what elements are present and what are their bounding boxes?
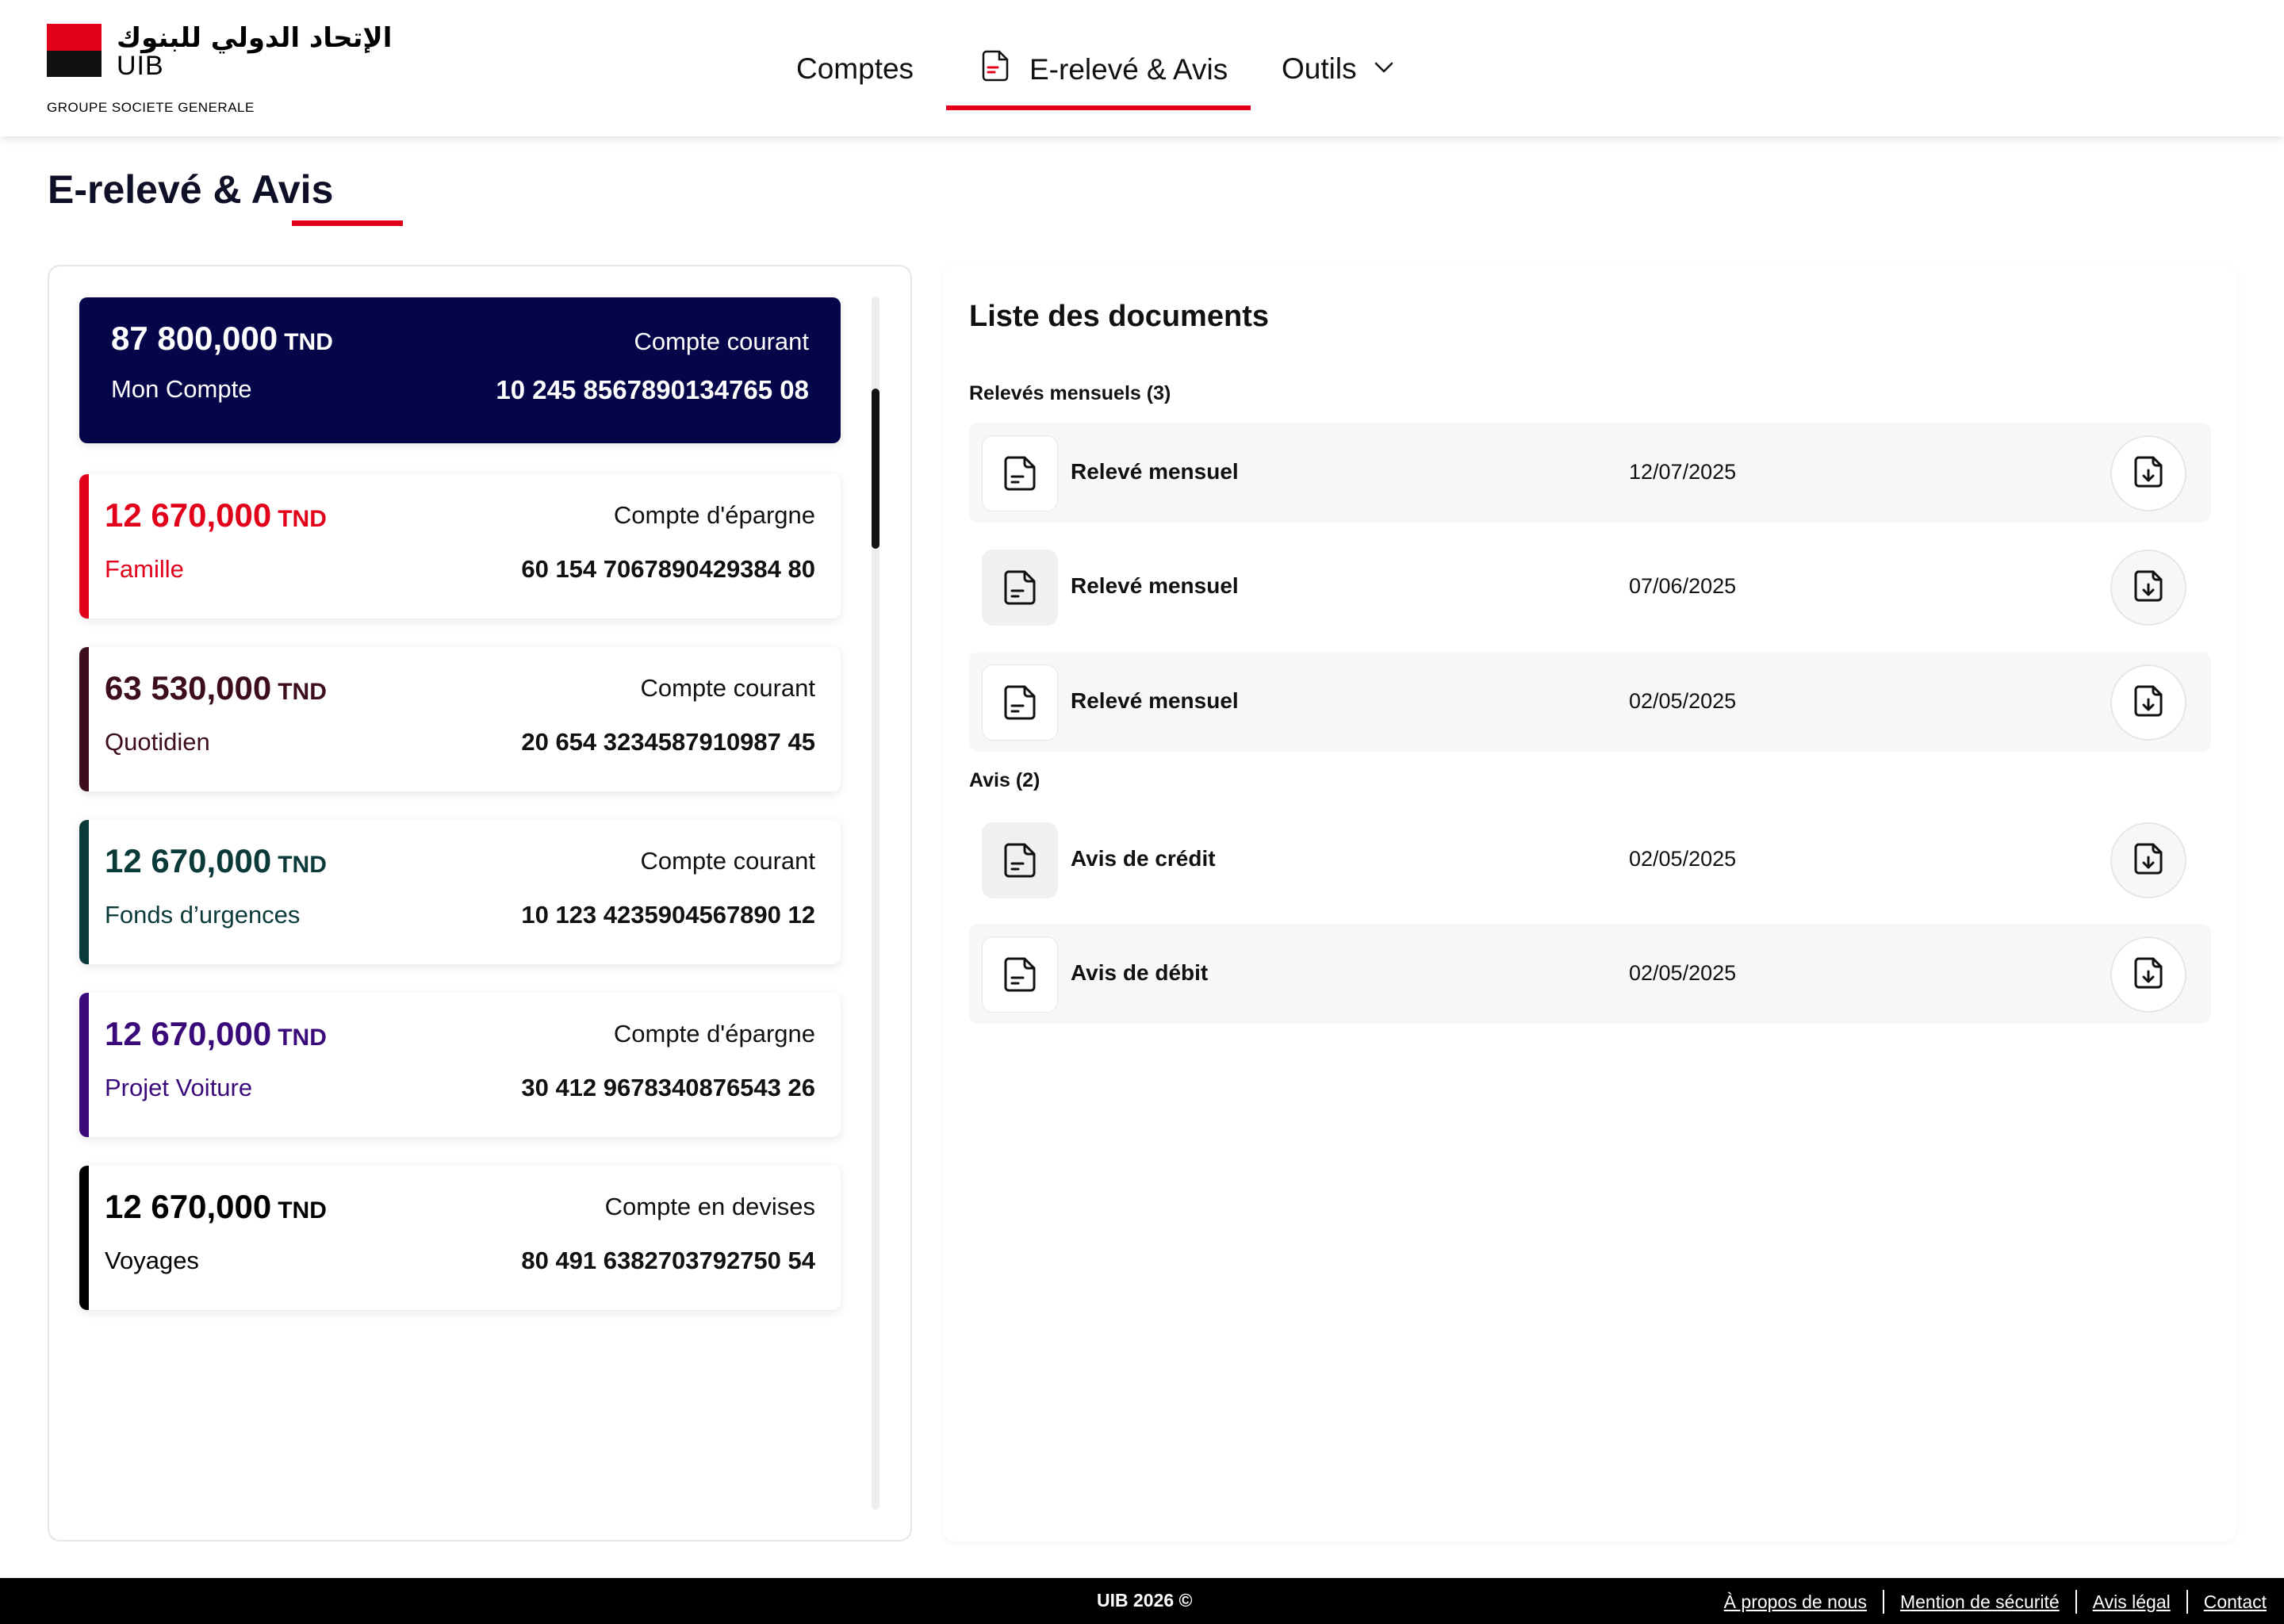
footer-link-about[interactable]: À propos de nous bbox=[1724, 1591, 1867, 1613]
nav-ereleve-label: E-relevé & Avis bbox=[1029, 52, 1228, 86]
document-name: Avis de débit bbox=[1071, 960, 1209, 985]
document-date: 12/07/2025 bbox=[1629, 460, 1737, 484]
nav-comptes[interactable]: Comptes bbox=[796, 52, 914, 86]
document-date: 02/05/2025 bbox=[1629, 847, 1737, 871]
nav-outils-label: Outils bbox=[1282, 52, 1357, 85]
account-color-bar bbox=[79, 647, 89, 791]
document-name: Avis de crédit bbox=[1071, 846, 1216, 871]
account-number: 80 491 6382703792750 54 bbox=[521, 1247, 815, 1274]
download-button[interactable] bbox=[2110, 435, 2186, 511]
download-icon bbox=[2129, 840, 2167, 882]
document-name: Relevé mensuel bbox=[1071, 573, 1239, 598]
footer-divider bbox=[1882, 1590, 1884, 1614]
account-type: Compte courant bbox=[634, 327, 809, 355]
logo-short-name: UIB bbox=[117, 51, 164, 81]
footer-divider bbox=[2075, 1590, 2077, 1614]
download-icon bbox=[2129, 567, 2167, 609]
account-color-bar bbox=[79, 474, 89, 619]
footer-link-contact[interactable]: Contact bbox=[2204, 1591, 2267, 1613]
account-balance: 63 530,000 TND bbox=[105, 669, 327, 707]
document-date: 02/05/2025 bbox=[1629, 961, 1737, 985]
account-number: 20 654 3234587910987 45 bbox=[521, 728, 815, 756]
nav-ereleve-avis[interactable]: E-relevé & Avis bbox=[977, 48, 1228, 91]
document-date: 07/06/2025 bbox=[1629, 574, 1737, 598]
account-name: Voyages bbox=[105, 1247, 199, 1274]
section-label-releves: Relevés mensuels (3) bbox=[969, 382, 1171, 404]
logo-arabic-name: الإتحاد الدولي للبنوك bbox=[117, 22, 393, 54]
account-number: 30 412 9678340876543 26 bbox=[521, 1074, 815, 1101]
account-balance: 12 670,000 TND bbox=[105, 1015, 327, 1052]
download-icon bbox=[2129, 954, 2167, 996]
file-icon bbox=[982, 936, 1058, 1013]
account-type: Compte courant bbox=[640, 674, 815, 702]
download-icon bbox=[2129, 453, 2167, 495]
account-color-bar bbox=[79, 1166, 89, 1310]
download-icon bbox=[2129, 682, 2167, 724]
account-card[interactable]: 12 670,000 TND Voyages Compte en devises … bbox=[79, 1166, 841, 1310]
section-label-avis: Avis (2) bbox=[969, 769, 1040, 791]
account-name: Famille bbox=[105, 555, 184, 583]
file-icon bbox=[982, 822, 1058, 898]
file-icon bbox=[982, 435, 1058, 511]
logo-mark bbox=[47, 24, 102, 77]
nav-outils-dropdown[interactable]: Outils bbox=[1282, 52, 1395, 86]
account-type: Compte d'épargne bbox=[613, 1020, 815, 1048]
account-name: Mon Compte bbox=[111, 375, 252, 403]
file-icon bbox=[982, 550, 1058, 626]
account-card-selected[interactable]: 87 800,000 TND Mon Compte Compte courant … bbox=[79, 297, 841, 443]
file-icon bbox=[982, 665, 1058, 741]
account-type: Compte en devises bbox=[604, 1193, 815, 1220]
download-button[interactable] bbox=[2110, 822, 2186, 898]
account-name: Fonds d’urgences bbox=[105, 901, 301, 929]
document-row[interactable]: Relevé mensuel 02/05/2025 bbox=[969, 652, 2211, 752]
account-balance: 12 670,000 TND bbox=[105, 496, 327, 534]
account-type: Compte courant bbox=[640, 847, 815, 875]
account-type: Compte d'épargne bbox=[613, 501, 815, 529]
title-underline bbox=[292, 220, 403, 226]
document-row[interactable]: Relevé mensuel 12/07/2025 bbox=[969, 423, 2211, 523]
logo-group-name: GROUPE SOCIETE GENERALE bbox=[47, 100, 255, 115]
account-name: Quotidien bbox=[105, 728, 210, 756]
account-color-bar bbox=[79, 820, 89, 964]
download-button[interactable] bbox=[2110, 665, 2186, 741]
footer-divider bbox=[2186, 1590, 2188, 1614]
account-card[interactable]: 12 670,000 TND Famille Compte d'épargne 6… bbox=[79, 474, 841, 619]
account-number: 10 245 8567890134765 08 bbox=[496, 375, 809, 404]
nav-comptes-label: Comptes bbox=[796, 52, 914, 85]
account-card[interactable]: 63 530,000 TND Quotidien Compte courant 2… bbox=[79, 647, 841, 791]
download-button[interactable] bbox=[2110, 550, 2186, 626]
footer-link-security[interactable]: Mention de sécurité bbox=[1900, 1591, 2060, 1613]
account-color-bar bbox=[79, 993, 89, 1137]
document-row[interactable]: Avis de crédit 02/05/2025 bbox=[969, 810, 2211, 910]
account-balance: 87 800,000 TND bbox=[111, 320, 333, 357]
account-card[interactable]: 12 670,000 TND Fonds d’urgences Compte co… bbox=[79, 820, 841, 964]
account-balance: 12 670,000 TND bbox=[105, 1188, 327, 1225]
account-name: Projet Voiture bbox=[105, 1074, 253, 1101]
account-number: 10 123 4235904567890 12 bbox=[521, 901, 815, 929]
accounts-scrollbar-thumb[interactable] bbox=[872, 389, 879, 549]
copyright: UIB 2026 © bbox=[1097, 1590, 1193, 1611]
top-header: الإتحاد الدولي للبنوك UIB GROUPE SOCIETE… bbox=[0, 0, 2284, 136]
footer: UIB 2026 © À propos de nous Mention de s… bbox=[0, 1578, 2284, 1624]
documents-title: Liste des documents bbox=[969, 300, 1269, 333]
document-name: Relevé mensuel bbox=[1071, 459, 1239, 484]
download-button[interactable] bbox=[2110, 936, 2186, 1013]
account-balance: 12 670,000 TND bbox=[105, 842, 327, 879]
document-row[interactable]: Avis de débit 02/05/2025 bbox=[969, 924, 2211, 1024]
account-card[interactable]: 12 670,000 TND Projet Voiture Compte d'ép… bbox=[79, 993, 841, 1137]
document-row[interactable]: Relevé mensuel 07/06/2025 bbox=[969, 537, 2211, 637]
document-icon bbox=[977, 48, 1014, 91]
footer-links: À propos de nous Mention de sécurité Avi… bbox=[1724, 1590, 2267, 1614]
account-number: 60 154 7067890429384 80 bbox=[521, 555, 815, 583]
document-date: 02/05/2025 bbox=[1629, 689, 1737, 713]
chevron-down-icon bbox=[1373, 52, 1395, 86]
active-tab-indicator bbox=[946, 105, 1251, 110]
document-name: Relevé mensuel bbox=[1071, 688, 1239, 713]
footer-link-legal[interactable]: Avis légal bbox=[2093, 1591, 2171, 1613]
uib-logo[interactable]: الإتحاد الدولي للبنوك UIB GROUPE SOCIETE… bbox=[47, 22, 392, 119]
page-title: E-relevé & Avis bbox=[48, 167, 334, 212]
